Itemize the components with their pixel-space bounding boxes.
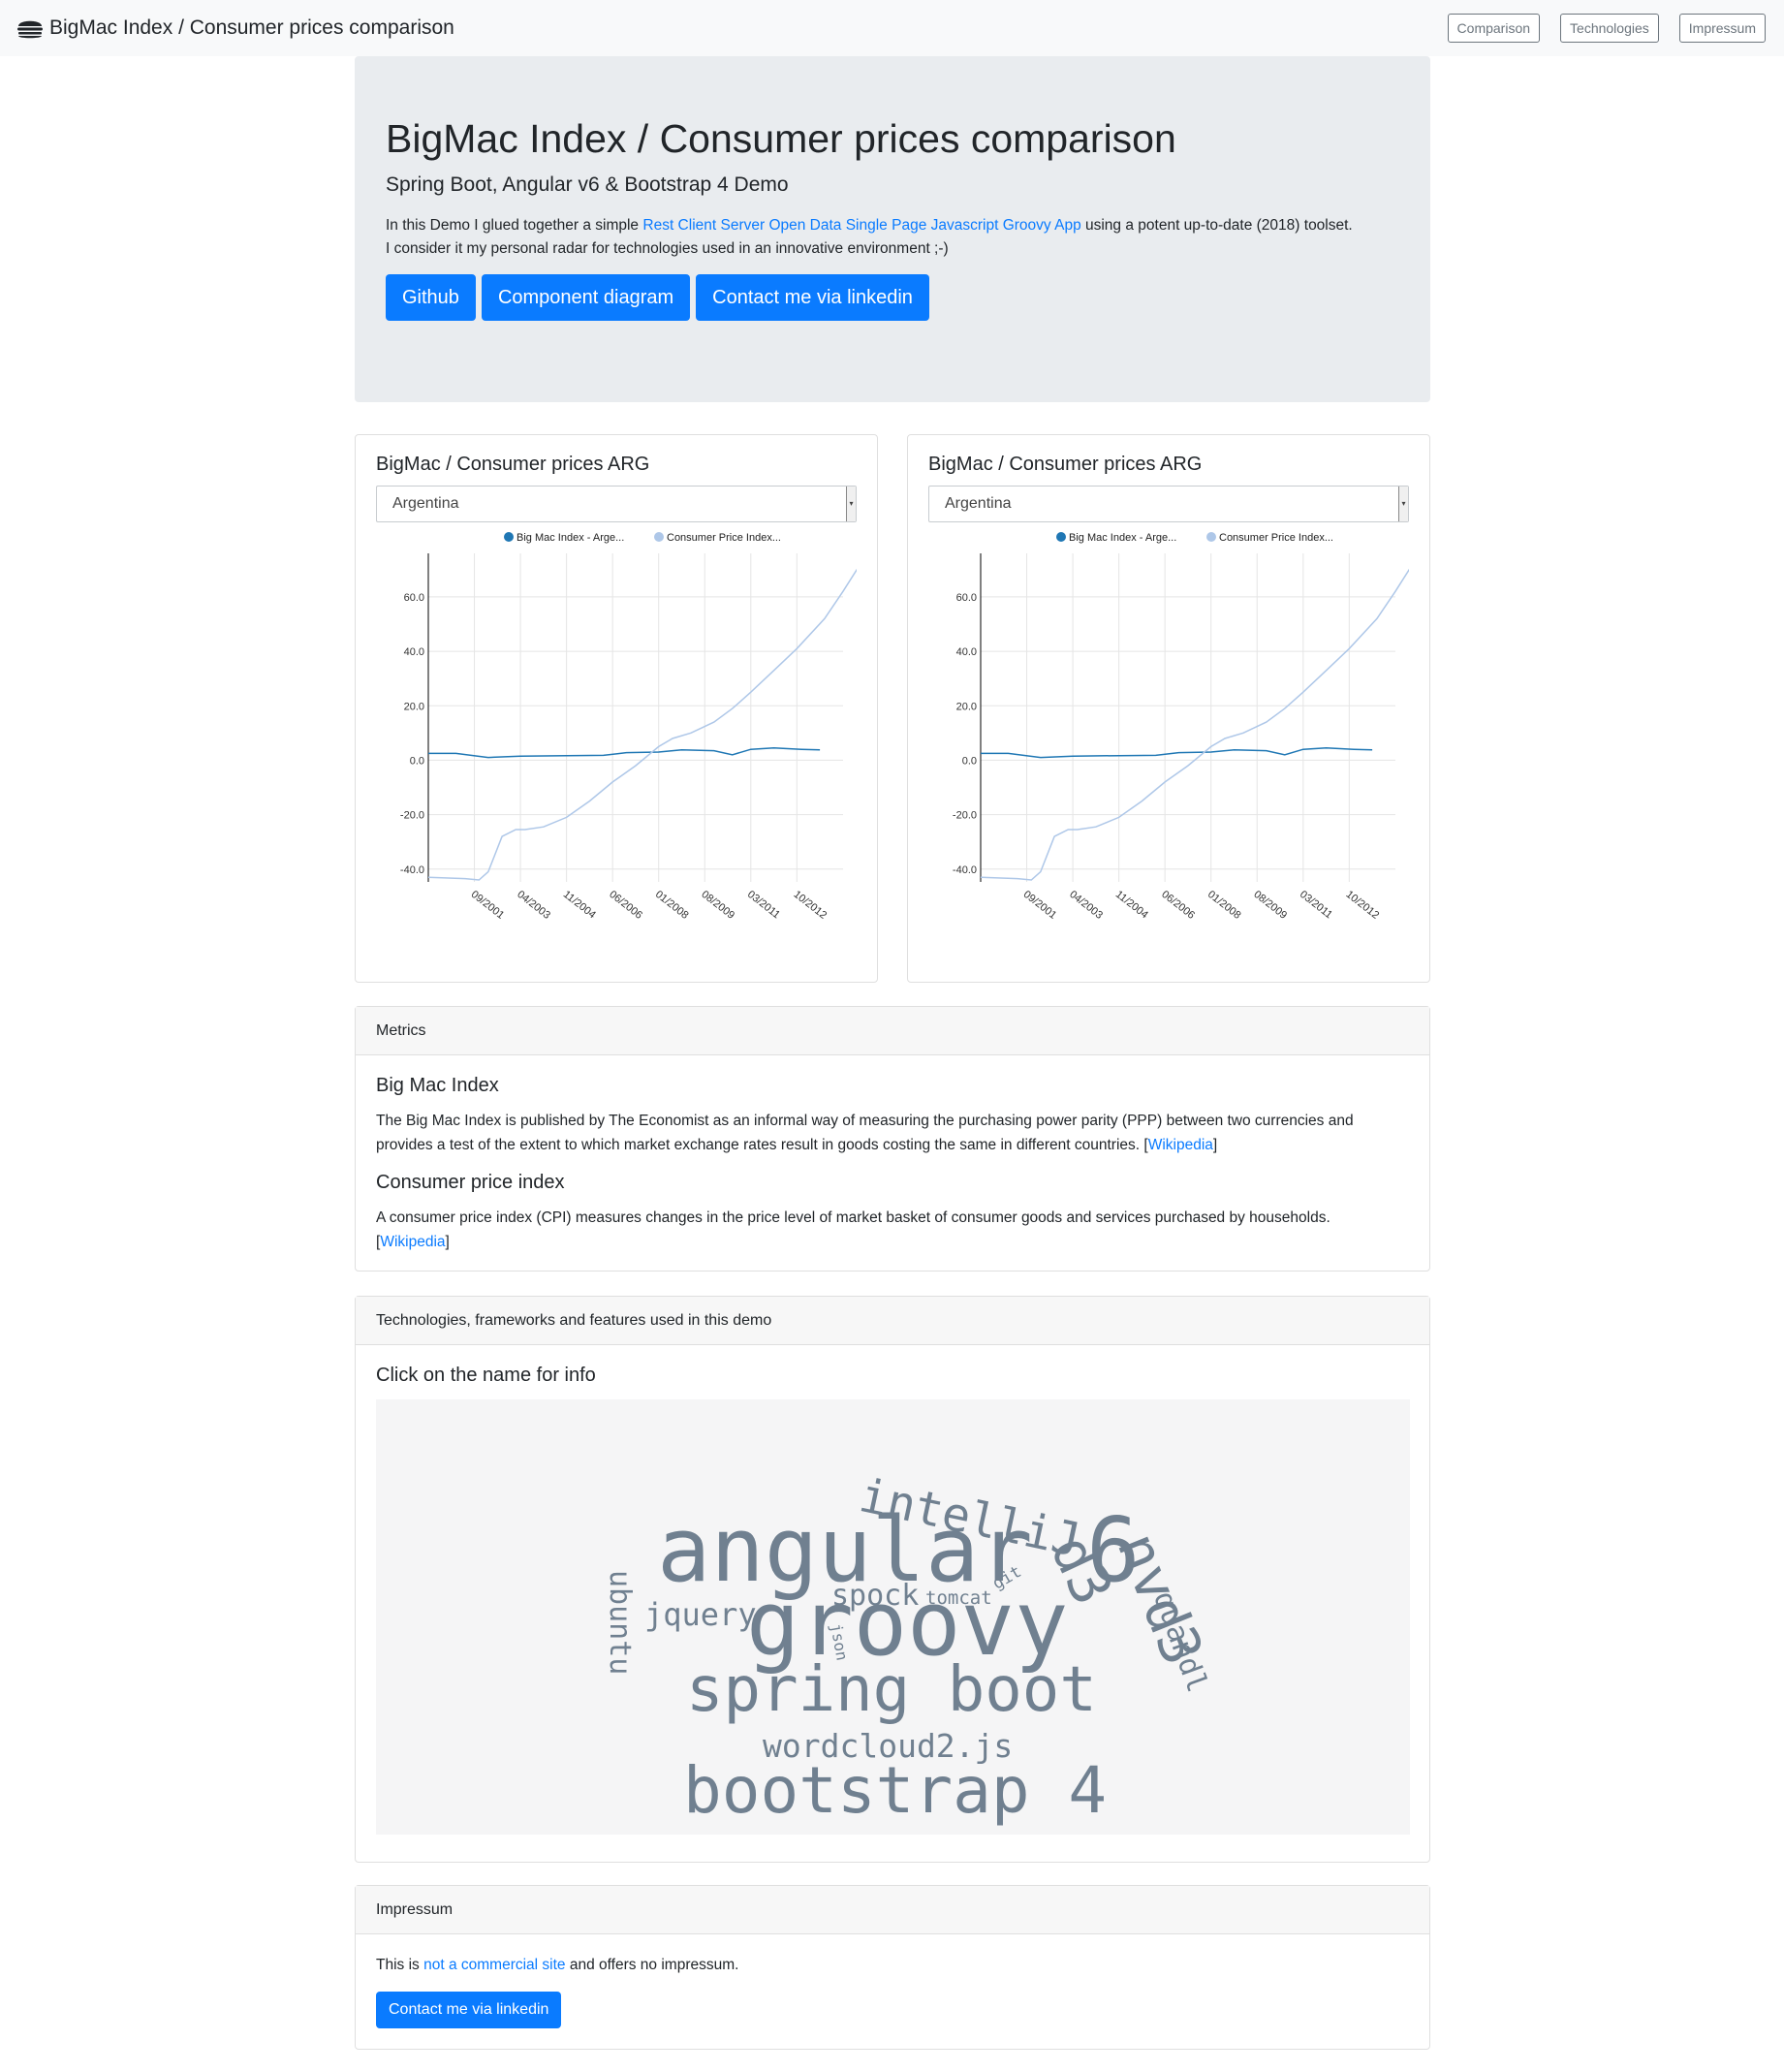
brand-title: BigMac Index / Consumer prices compariso… [49,16,454,39]
cloud-word-ubuntu[interactable]: ubuntu [603,1570,637,1675]
nav-impressum-button[interactable]: Impressum [1678,14,1766,43]
x-tick-label: 11/2004 [561,889,598,921]
page-subtitle: Spring Boot, Angular v6 & Bootstrap 4 De… [386,173,789,197]
y-tick-label: -20.0 [953,810,977,822]
x-tick-label: 01/2008 [1205,889,1243,922]
cloud-word-jquery[interactable]: jquery [644,1599,757,1630]
metrics-card: Metrics Big Mac Index The Big Mac Index … [355,1006,1430,1271]
chevron-down-icon: ▾ [846,487,856,521]
x-tick-label: 09/2001 [1021,889,1059,922]
page-title: BigMac Index / Consumer prices compariso… [386,116,1176,161]
x-tick-label: 04/2003 [1067,889,1105,922]
x-tick-label: 01/2008 [653,889,691,922]
intro-text-before: In this Demo I glued together a simple [386,217,643,235]
github-button[interactable]: Github [386,274,476,322]
nav-comparison-button[interactable]: Comparison [1447,14,1541,43]
technologies-title: Click on the name for info [376,1365,596,1386]
x-tick-label: 04/2003 [515,889,552,922]
bracket-close: ] [445,1233,450,1250]
technologies-header: Technologies, frameworks and features us… [356,1297,1429,1345]
chart-title: BigMac / Consumer prices ARG [928,454,1203,475]
impressum-text-before: This is [376,1957,424,1973]
y-tick-label: 20.0 [956,701,977,712]
country-select-value: Argentina [945,495,1012,512]
country-select[interactable]: Argentina ▾ [376,486,857,522]
y-tick-label: -40.0 [953,864,977,876]
chart-card-right: BigMac / Consumer prices ARG Argentina ▾… [907,434,1430,983]
legend-marker [654,532,664,542]
legend-marker [1056,532,1066,542]
cpi-wikipedia-link[interactable]: Wikipedia [380,1234,445,1250]
cpi-title: Consumer price index [376,1172,565,1193]
y-tick-label: 60.0 [404,592,424,604]
line-chart: Big Mac Index - Arge... Consumer Price In… [953,532,1409,922]
cpi-text: A consumer price index (CPI) measures ch… [376,1207,1409,1254]
y-tick-label: 0.0 [962,755,977,767]
series-line [428,747,821,759]
legend-label: Consumer Price Index... [1219,532,1333,544]
x-tick-label: 09/2001 [469,889,507,922]
legend-label: Big Mac Index - Arge... [1069,532,1176,544]
x-tick-label: 08/2009 [699,889,736,922]
y-tick-label: 0.0 [410,755,424,767]
cloud-word-bootstrap[interactable]: bootstrap 4 [683,1759,1107,1823]
legend-marker [504,532,514,542]
country-select[interactable]: Argentina ▾ [928,486,1409,522]
y-tick-label: -40.0 [400,864,424,876]
bigmac-text: The Big Mac Index is published by The Ec… [376,1110,1409,1157]
intro-link[interactable]: Rest Client Server Open Data Single Page… [642,217,1080,234]
x-tick-label: 10/2012 [1343,889,1381,922]
impressum-text-after: and offers no impressum. [565,1957,739,1973]
not-commercial-link[interactable]: not a commercial site [423,1957,565,1973]
chevron-down-icon: ▾ [1398,487,1408,521]
series-line [427,568,857,881]
country-select-value: Argentina [392,495,459,512]
intro-text: In this Demo I glued together a simple R… [386,214,1399,261]
y-tick-label: -20.0 [400,810,424,822]
x-tick-label: 10/2012 [791,889,829,922]
y-tick-label: 60.0 [956,592,977,604]
intro-text-after: using a potent up-to-date (2018) toolset… [1080,217,1353,235]
impressum-linkedin-button[interactable]: Contact me via linkedin [376,1991,562,2028]
burger-icon [17,20,43,39]
nav-links: Comparison Technologies Impressum [1447,14,1766,43]
series-line [980,568,1409,881]
intro-line-2: I consider it my personal radar for tech… [386,240,949,258]
impressum-text: This is not a commercial site and offers… [376,1954,1409,1978]
y-tick-label: 40.0 [404,646,424,658]
x-tick-label: 03/2011 [1298,889,1334,921]
jumbotron-buttons: Github Component diagram Contact me via … [386,274,1399,322]
x-tick-label: 11/2004 [1113,889,1150,921]
jumbotron: BigMac Index / Consumer prices compariso… [355,56,1430,402]
impressum-card: Impressum This is not a commercial site … [355,1885,1430,2050]
navbar: BigMac Index / Consumer prices compariso… [0,0,1784,56]
impressum-header: Impressum [356,1886,1429,1934]
metrics-header: Metrics [356,1007,1429,1055]
x-tick-label: 08/2009 [1251,889,1289,922]
legend-label: Consumer Price Index... [667,532,781,544]
technologies-card: Technologies, frameworks and features us… [355,1296,1430,1863]
x-tick-label: 03/2011 [745,889,782,921]
line-chart: Big Mac Index - Arge... Consumer Price In… [400,532,857,922]
bigmac-wikipedia-link[interactable]: Wikipedia [1148,1137,1213,1153]
chart-card-left: BigMac / Consumer prices ARG Argentina ▾… [355,434,878,983]
bigmac-title: Big Mac Index [376,1075,499,1096]
x-tick-label: 06/2006 [607,889,644,922]
cpi-description: A consumer price index (CPI) measures ch… [376,1209,1330,1226]
legend-marker [1206,532,1216,542]
cloud-word-spring-boot[interactable]: spring boot [686,1659,1097,1721]
series-line [981,747,1373,759]
x-tick-label: 06/2006 [1159,889,1197,922]
linkedin-button[interactable]: Contact me via linkedin [696,274,929,322]
y-tick-label: 40.0 [956,646,977,658]
word-cloud: intelliJ angular 6 d3 nvd3 quandl ubuntu… [376,1399,1410,1835]
navbar-brand[interactable]: BigMac Index / Consumer prices compariso… [16,16,454,40]
y-tick-label: 20.0 [404,701,424,712]
chart-title: BigMac / Consumer prices ARG [376,454,650,475]
legend-label: Big Mac Index - Arge... [516,532,624,544]
bracket-close: ] [1212,1136,1218,1153]
component-diagram-button[interactable]: Component diagram [481,274,691,322]
nav-technologies-button[interactable]: Technologies [1560,14,1659,43]
